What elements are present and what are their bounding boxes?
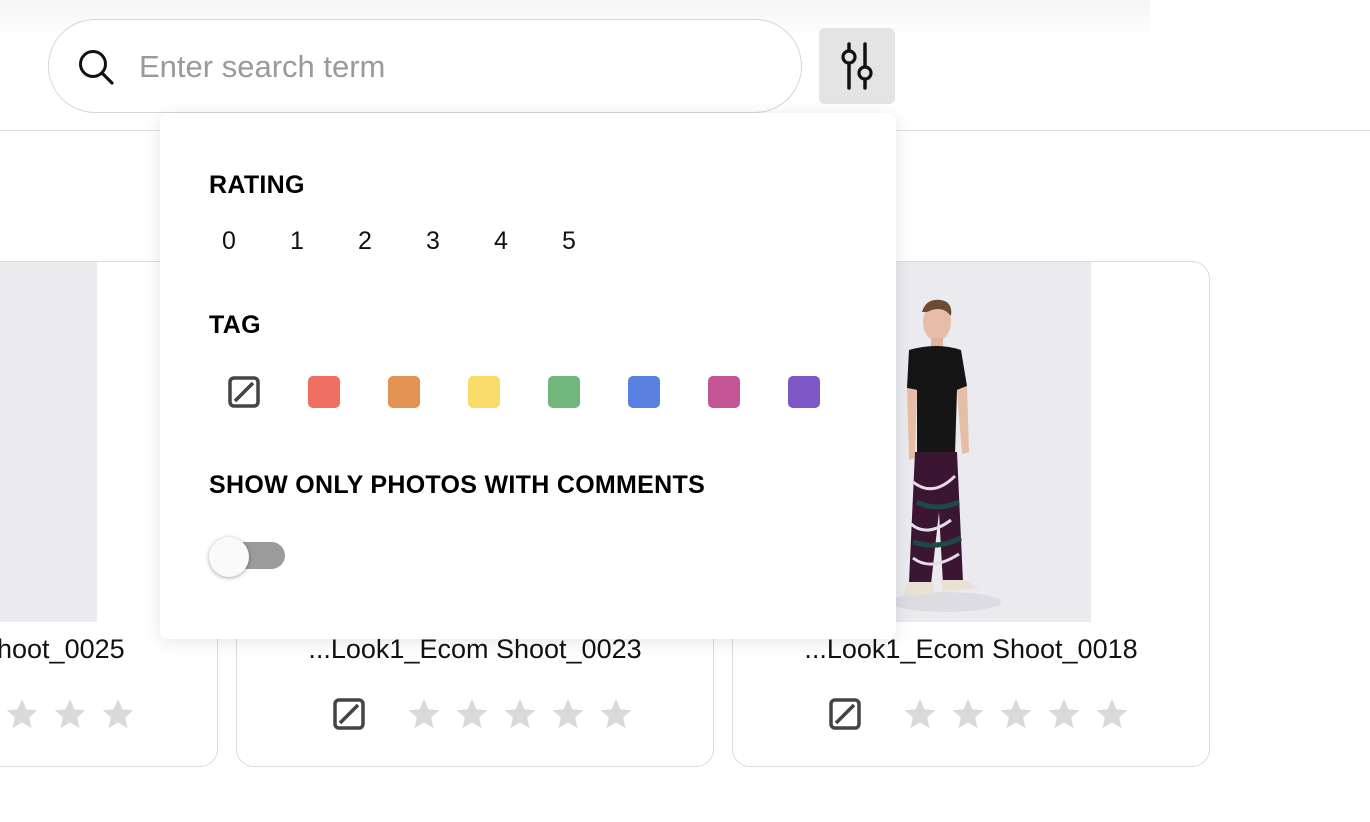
filter-popover: RATING 0 1 2 3 4 5 TAG SHOW ONLY PHOTOS … bbox=[160, 113, 896, 639]
tag-swatch-orange[interactable] bbox=[388, 376, 420, 408]
photo-gallery-page: Shoot_0025 ...Look1_Ecom Shoot_0023 bbox=[0, 0, 1370, 822]
search-box[interactable] bbox=[48, 19, 802, 113]
tag-swatch-red[interactable] bbox=[308, 376, 340, 408]
no-tag-icon[interactable] bbox=[333, 698, 365, 730]
rating-option-4[interactable]: 4 bbox=[494, 227, 562, 256]
star-rating[interactable] bbox=[901, 696, 1131, 732]
star-icon[interactable] bbox=[453, 696, 491, 732]
search-icon bbox=[79, 50, 114, 85]
star-icon[interactable] bbox=[549, 696, 587, 732]
sliders-icon bbox=[841, 42, 873, 90]
star-icon[interactable] bbox=[51, 696, 89, 732]
star-icon[interactable] bbox=[3, 696, 41, 732]
rating-option-1[interactable]: 1 bbox=[290, 227, 358, 256]
tag-title: TAG bbox=[209, 311, 261, 339]
tag-swatch-purple[interactable] bbox=[788, 376, 820, 408]
star-icon[interactable] bbox=[949, 696, 987, 732]
no-tag-icon[interactable] bbox=[228, 376, 260, 408]
star-icon[interactable] bbox=[1045, 696, 1083, 732]
star-icon[interactable] bbox=[901, 696, 939, 732]
star-rating[interactable] bbox=[405, 696, 635, 732]
tag-swatch-magenta[interactable] bbox=[708, 376, 740, 408]
no-tag-icon[interactable] bbox=[829, 698, 861, 730]
star-icon[interactable] bbox=[405, 696, 443, 732]
comments-title: SHOW ONLY PHOTOS WITH COMMENTS bbox=[209, 471, 706, 499]
rating-option-0[interactable]: 0 bbox=[222, 227, 290, 256]
comments-toggle[interactable] bbox=[209, 537, 285, 577]
star-icon[interactable] bbox=[997, 696, 1035, 732]
star-icon[interactable] bbox=[597, 696, 635, 732]
tag-swatch-yellow[interactable] bbox=[468, 376, 500, 408]
filter-button[interactable] bbox=[819, 28, 895, 104]
star-icon[interactable] bbox=[501, 696, 539, 732]
tag-options bbox=[228, 376, 820, 408]
search-input[interactable] bbox=[139, 42, 759, 92]
rating-options: 0 1 2 3 4 5 bbox=[222, 227, 630, 256]
star-icon[interactable] bbox=[99, 696, 137, 732]
star-rating[interactable] bbox=[3, 696, 137, 732]
star-icon[interactable] bbox=[1093, 696, 1131, 732]
rating-option-2[interactable]: 2 bbox=[358, 227, 426, 256]
tag-swatch-blue[interactable] bbox=[628, 376, 660, 408]
photo-filename: Shoot_0025 bbox=[0, 634, 125, 664]
photo-thumbnail[interactable] bbox=[0, 262, 97, 622]
toggle-knob bbox=[209, 537, 249, 577]
tag-swatch-green[interactable] bbox=[548, 376, 580, 408]
rating-option-3[interactable]: 3 bbox=[426, 227, 494, 256]
rating-option-5[interactable]: 5 bbox=[562, 227, 630, 256]
rating-title: RATING bbox=[209, 171, 305, 199]
